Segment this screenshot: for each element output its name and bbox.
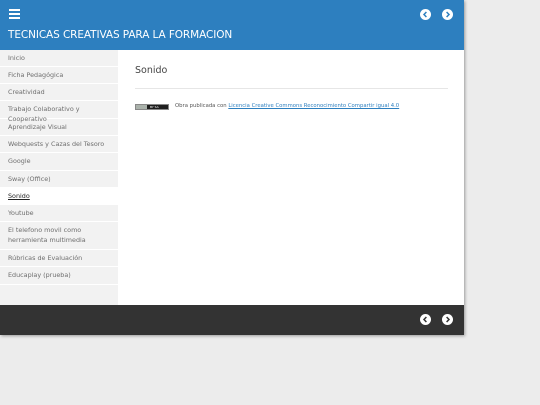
chevron-left-icon: [422, 316, 427, 323]
sidebar-item-google[interactable]: Google: [0, 153, 118, 171]
sidebar-item-youtube[interactable]: Youtube: [0, 205, 118, 222]
divider: [135, 88, 448, 89]
site-title: TECNICAS CREATIVAS PARA LA FORMACION: [8, 29, 233, 41]
page-title: Sonido: [135, 65, 168, 76]
page-frame: TECNICAS CREATIVAS PARA LA FORMACION Ini…: [0, 0, 464, 335]
sidebar-item-rubricas[interactable]: Rúbricas de Evaluación: [0, 250, 118, 267]
sidebar-item-sonido[interactable]: Sonido: [0, 188, 118, 205]
sidebar-item-educaplay[interactable]: Educaplay (prueba): [0, 267, 118, 285]
next-page-button[interactable]: [442, 9, 453, 20]
sidebar-item-webquests[interactable]: Webquests y Cazas del Tesoro: [0, 136, 118, 153]
site-header: TECNICAS CREATIVAS PARA LA FORMACION: [0, 0, 464, 50]
chevron-right-icon: [446, 11, 451, 18]
sidebar-item-ficha-pedagogica[interactable]: Ficha Pedagógica: [0, 67, 118, 84]
sidebar-item-sway[interactable]: Sway (Office): [0, 171, 118, 188]
main-content: Sonido BY SA Obra publicada con Licencia…: [118, 50, 464, 305]
sidebar-item-telefono-movil[interactable]: El telefono movil como herramienta multi…: [0, 222, 118, 250]
chevron-right-icon: [446, 316, 451, 323]
license-link[interactable]: Licencia Creative Commons Reconocimiento…: [228, 103, 399, 109]
prev-page-button[interactable]: [420, 9, 431, 20]
hamburger-icon[interactable]: [9, 9, 20, 19]
site-footer: [0, 305, 464, 335]
creative-commons-badge-icon[interactable]: BY SA: [135, 104, 169, 110]
cc-badge-text: BY SA: [150, 105, 159, 109]
sidebar-item-creatividad[interactable]: Creatividad: [0, 84, 118, 101]
footer-prev-page-button[interactable]: [420, 314, 431, 325]
sidebar-item-trabajo-colaborativo[interactable]: Trabajo Colaborativo y Cooperativo: [0, 101, 118, 123]
sidebar-item-aprendizaje-visual[interactable]: Aprendizaje Visual: [0, 119, 118, 136]
chevron-left-icon: [422, 11, 427, 18]
license-text: Obra publicada con Licencia Creative Com…: [175, 103, 399, 109]
sidebar-nav: Inicio Ficha Pedagógica Creatividad Trab…: [0, 50, 118, 305]
cc-logo-icon: [136, 105, 147, 109]
footer-next-page-button[interactable]: [442, 314, 453, 325]
sidebar-item-inicio[interactable]: Inicio: [0, 50, 118, 67]
license-prefix: Obra publicada con: [175, 103, 227, 109]
